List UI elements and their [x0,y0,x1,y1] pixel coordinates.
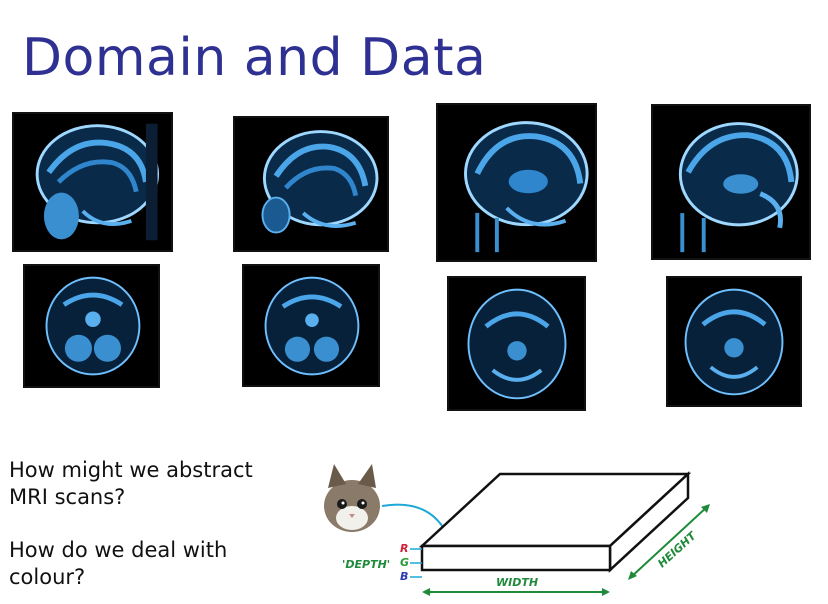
mri-axial-4 [666,276,802,407]
channel-b-label: B [400,570,408,583]
tensor-box [418,471,692,573]
image-tensor-diagram: R G B 'DEPTH' WIDTH HEIGHT [300,418,730,604]
slide-title: Domain and Data [22,28,487,88]
channel-r-label: R [400,542,408,555]
width-arrow [422,588,610,596]
mri-sagittal-3 [436,103,597,262]
mri-sagittal-1 [12,112,173,252]
width-label: WIDTH [496,576,538,589]
question-abstract-mri: How might we abstract MRI scans? [9,458,253,509]
kitten-image [324,464,380,532]
mri-axial-1 [23,264,160,388]
mri-axial-3 [447,276,586,411]
mri-sagittal-2 [233,116,389,252]
mri-sagittal-4 [651,104,811,260]
question-colour: How do we deal with colour? [9,538,228,589]
mri-axial-2 [242,264,380,387]
channel-g-label: G [400,556,409,569]
depth-label: 'DEPTH' [342,558,390,571]
